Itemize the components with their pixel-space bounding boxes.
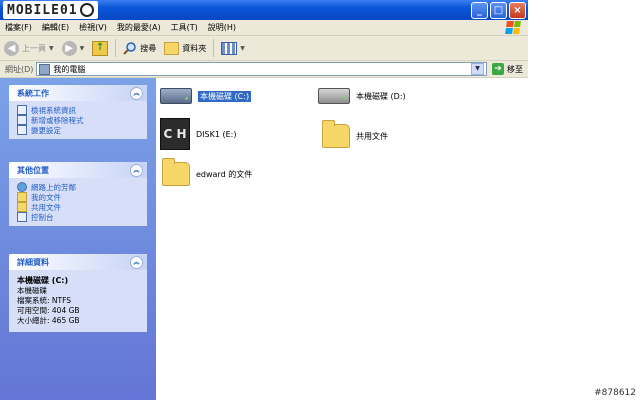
documents-folder-icon — [17, 192, 27, 202]
details-free-space: 可用空間: 404 GB — [17, 306, 80, 315]
file-item-edward-documents[interactable]: edward 的文件 — [162, 158, 253, 186]
menu-tools[interactable]: 工具(T) — [166, 22, 203, 33]
folders-icon — [164, 41, 180, 55]
other-places-header[interactable]: 其他位置 ︽ — [9, 162, 147, 178]
search-icon — [123, 42, 136, 55]
address-label: 網址(D) — [5, 64, 34, 74]
place-network[interactable]: 網路上的芳鄰 — [17, 182, 139, 192]
address-dropdown-icon[interactable]: ▼ — [471, 63, 484, 75]
explorer-window: MOBILE01 _ □ × 檔案(F) 編輯(E) 檢視(V) 我的最愛(A)… — [0, 0, 528, 400]
hard-drive-icon — [318, 88, 350, 104]
up-folder-icon: ↑ — [92, 40, 109, 56]
control-panel-icon — [17, 212, 27, 222]
back-arrow-icon: ◀ — [4, 40, 19, 56]
file-list: 本機磁碟 (C:) 本機磁碟 (D:) C H DISK1 (E:) 共用文件 … — [156, 78, 528, 400]
address-value: 我的電腦 — [53, 64, 86, 74]
settings-icon — [17, 125, 27, 135]
file-item-drive-d[interactable]: 本機磁碟 (D:) — [318, 88, 406, 104]
back-label: 上一頁 — [22, 43, 46, 53]
menu-view[interactable]: 檢視(V) — [74, 22, 112, 33]
address-input[interactable]: 我的電腦 ▼ — [36, 62, 487, 76]
file-label: edward 的文件 — [196, 169, 253, 179]
minimize-button[interactable]: _ — [471, 2, 488, 19]
my-computer-icon — [39, 63, 51, 75]
search-button[interactable]: 搜尋 — [119, 37, 160, 59]
task-add-remove-programs[interactable]: 新增或移除程式 — [17, 115, 139, 125]
watermark: #878612 — [594, 388, 636, 398]
file-item-drive-c[interactable]: 本機磁碟 (C:) — [160, 88, 252, 104]
place-control-panel[interactable]: 控制台 — [17, 212, 139, 222]
task-change-settings[interactable]: 變更設定 — [17, 125, 139, 135]
folders-button[interactable]: 資料夾 — [160, 37, 210, 59]
details-panel: 詳細資料 ︽ 本機磁碟 (C:) 本機磁碟 檔案系統: NTFS 可用空間: 40… — [9, 254, 147, 332]
toolbar-separator — [213, 39, 215, 57]
folders-label: 資料夾 — [182, 43, 207, 53]
back-button[interactable]: ◀ 上一頁 ▼ — [0, 37, 58, 59]
forward-button[interactable]: ▶ ▼ — [58, 37, 89, 59]
details-header[interactable]: 詳細資料 ︽ — [9, 254, 147, 270]
back-dropdown-icon: ▼ — [49, 44, 54, 52]
programs-icon — [17, 115, 27, 125]
place-shared-documents[interactable]: 共用文件 — [17, 202, 139, 212]
collapse-chevron-icon[interactable]: ︽ — [130, 86, 143, 100]
system-info-icon — [17, 105, 27, 115]
task-pane: 系統工作 ︽ 檢視系統資訊 新增或移除程式 變更設定 其他位置 ︽ 網路上的芳鄰 我… — [0, 78, 156, 400]
toolbar: ◀ 上一頁 ▼ ▶ ▼ ↑ 搜尋 資料夾 ▼ — [0, 36, 528, 61]
shared-folder-icon — [17, 202, 27, 212]
collapse-chevron-icon[interactable]: ︽ — [130, 255, 143, 269]
window-controls: _ □ × — [471, 2, 526, 19]
go-arrow-icon: ➔ — [492, 63, 504, 75]
go-button[interactable]: ➔ 移至 — [487, 63, 528, 75]
forward-dropdown-icon: ▼ — [79, 44, 85, 52]
forward-arrow-icon: ▶ — [61, 40, 77, 56]
folder-icon — [162, 158, 190, 186]
go-label: 移至 — [507, 64, 523, 74]
hard-drive-icon — [160, 88, 192, 104]
place-my-documents[interactable]: 我的文件 — [17, 192, 139, 202]
menu-help[interactable]: 說明(H) — [203, 22, 241, 33]
file-item-shared-documents[interactable]: 共用文件 — [322, 120, 388, 148]
views-icon — [221, 41, 238, 55]
details-name: 本機磁碟 (C:) — [17, 276, 69, 285]
menu-bar: 檔案(F) 編輯(E) 檢視(V) 我的最愛(A) 工具(T) 說明(H) — [0, 20, 528, 36]
views-button[interactable]: ▼ — [217, 37, 249, 59]
network-icon — [17, 182, 27, 192]
logo-ring-icon — [79, 3, 94, 17]
file-label: DISK1 (E:) — [196, 129, 237, 139]
file-item-drive-e[interactable]: C H DISK1 (E:) — [160, 118, 236, 150]
up-folder-button[interactable]: ↑ — [88, 37, 112, 59]
title-bar[interactable]: MOBILE01 _ □ × — [0, 0, 528, 20]
content-area: 系統工作 ︽ 檢視系統資訊 新增或移除程式 變更設定 其他位置 ︽ 網路上的芳鄰 我… — [0, 78, 528, 400]
system-tasks-panel: 系統工作 ︽ 檢視系統資訊 新增或移除程式 變更設定 — [9, 85, 147, 139]
system-tasks-header[interactable]: 系統工作 ︽ — [9, 85, 147, 101]
address-bar: 網址(D) 我的電腦 ▼ ➔ 移至 — [0, 61, 528, 78]
folder-icon — [322, 120, 350, 148]
views-dropdown-icon: ▼ — [240, 44, 245, 52]
mobile01-logo: MOBILE01 — [3, 1, 98, 19]
search-label: 搜尋 — [140, 43, 157, 53]
maximize-button[interactable]: □ — [490, 2, 507, 19]
details-filesystem: 檔案系統: NTFS — [17, 296, 72, 305]
toolbar-separator — [115, 39, 117, 57]
menu-favorites[interactable]: 我的最愛(A) — [112, 22, 166, 33]
file-label: 本機磁碟 (C:) — [198, 90, 252, 102]
collapse-chevron-icon[interactable]: ︽ — [130, 163, 143, 177]
details-type: 本機磁碟 — [17, 286, 47, 295]
other-places-panel: 其他位置 ︽ 網路上的芳鄰 我的文件 共用文件 控制台 — [9, 162, 147, 226]
menu-file[interactable]: 檔案(F) — [0, 22, 37, 33]
file-label: 共用文件 — [356, 131, 388, 141]
file-label: 本機磁碟 (D:) — [356, 91, 406, 101]
windows-logo-icon — [505, 21, 521, 34]
details-total-size: 大小總計: 465 GB — [17, 316, 80, 325]
disk-icon: C H — [160, 118, 190, 150]
menu-edit[interactable]: 編輯(E) — [37, 22, 74, 33]
close-button[interactable]: × — [509, 2, 526, 19]
task-view-system-info[interactable]: 檢視系統資訊 — [17, 105, 139, 115]
